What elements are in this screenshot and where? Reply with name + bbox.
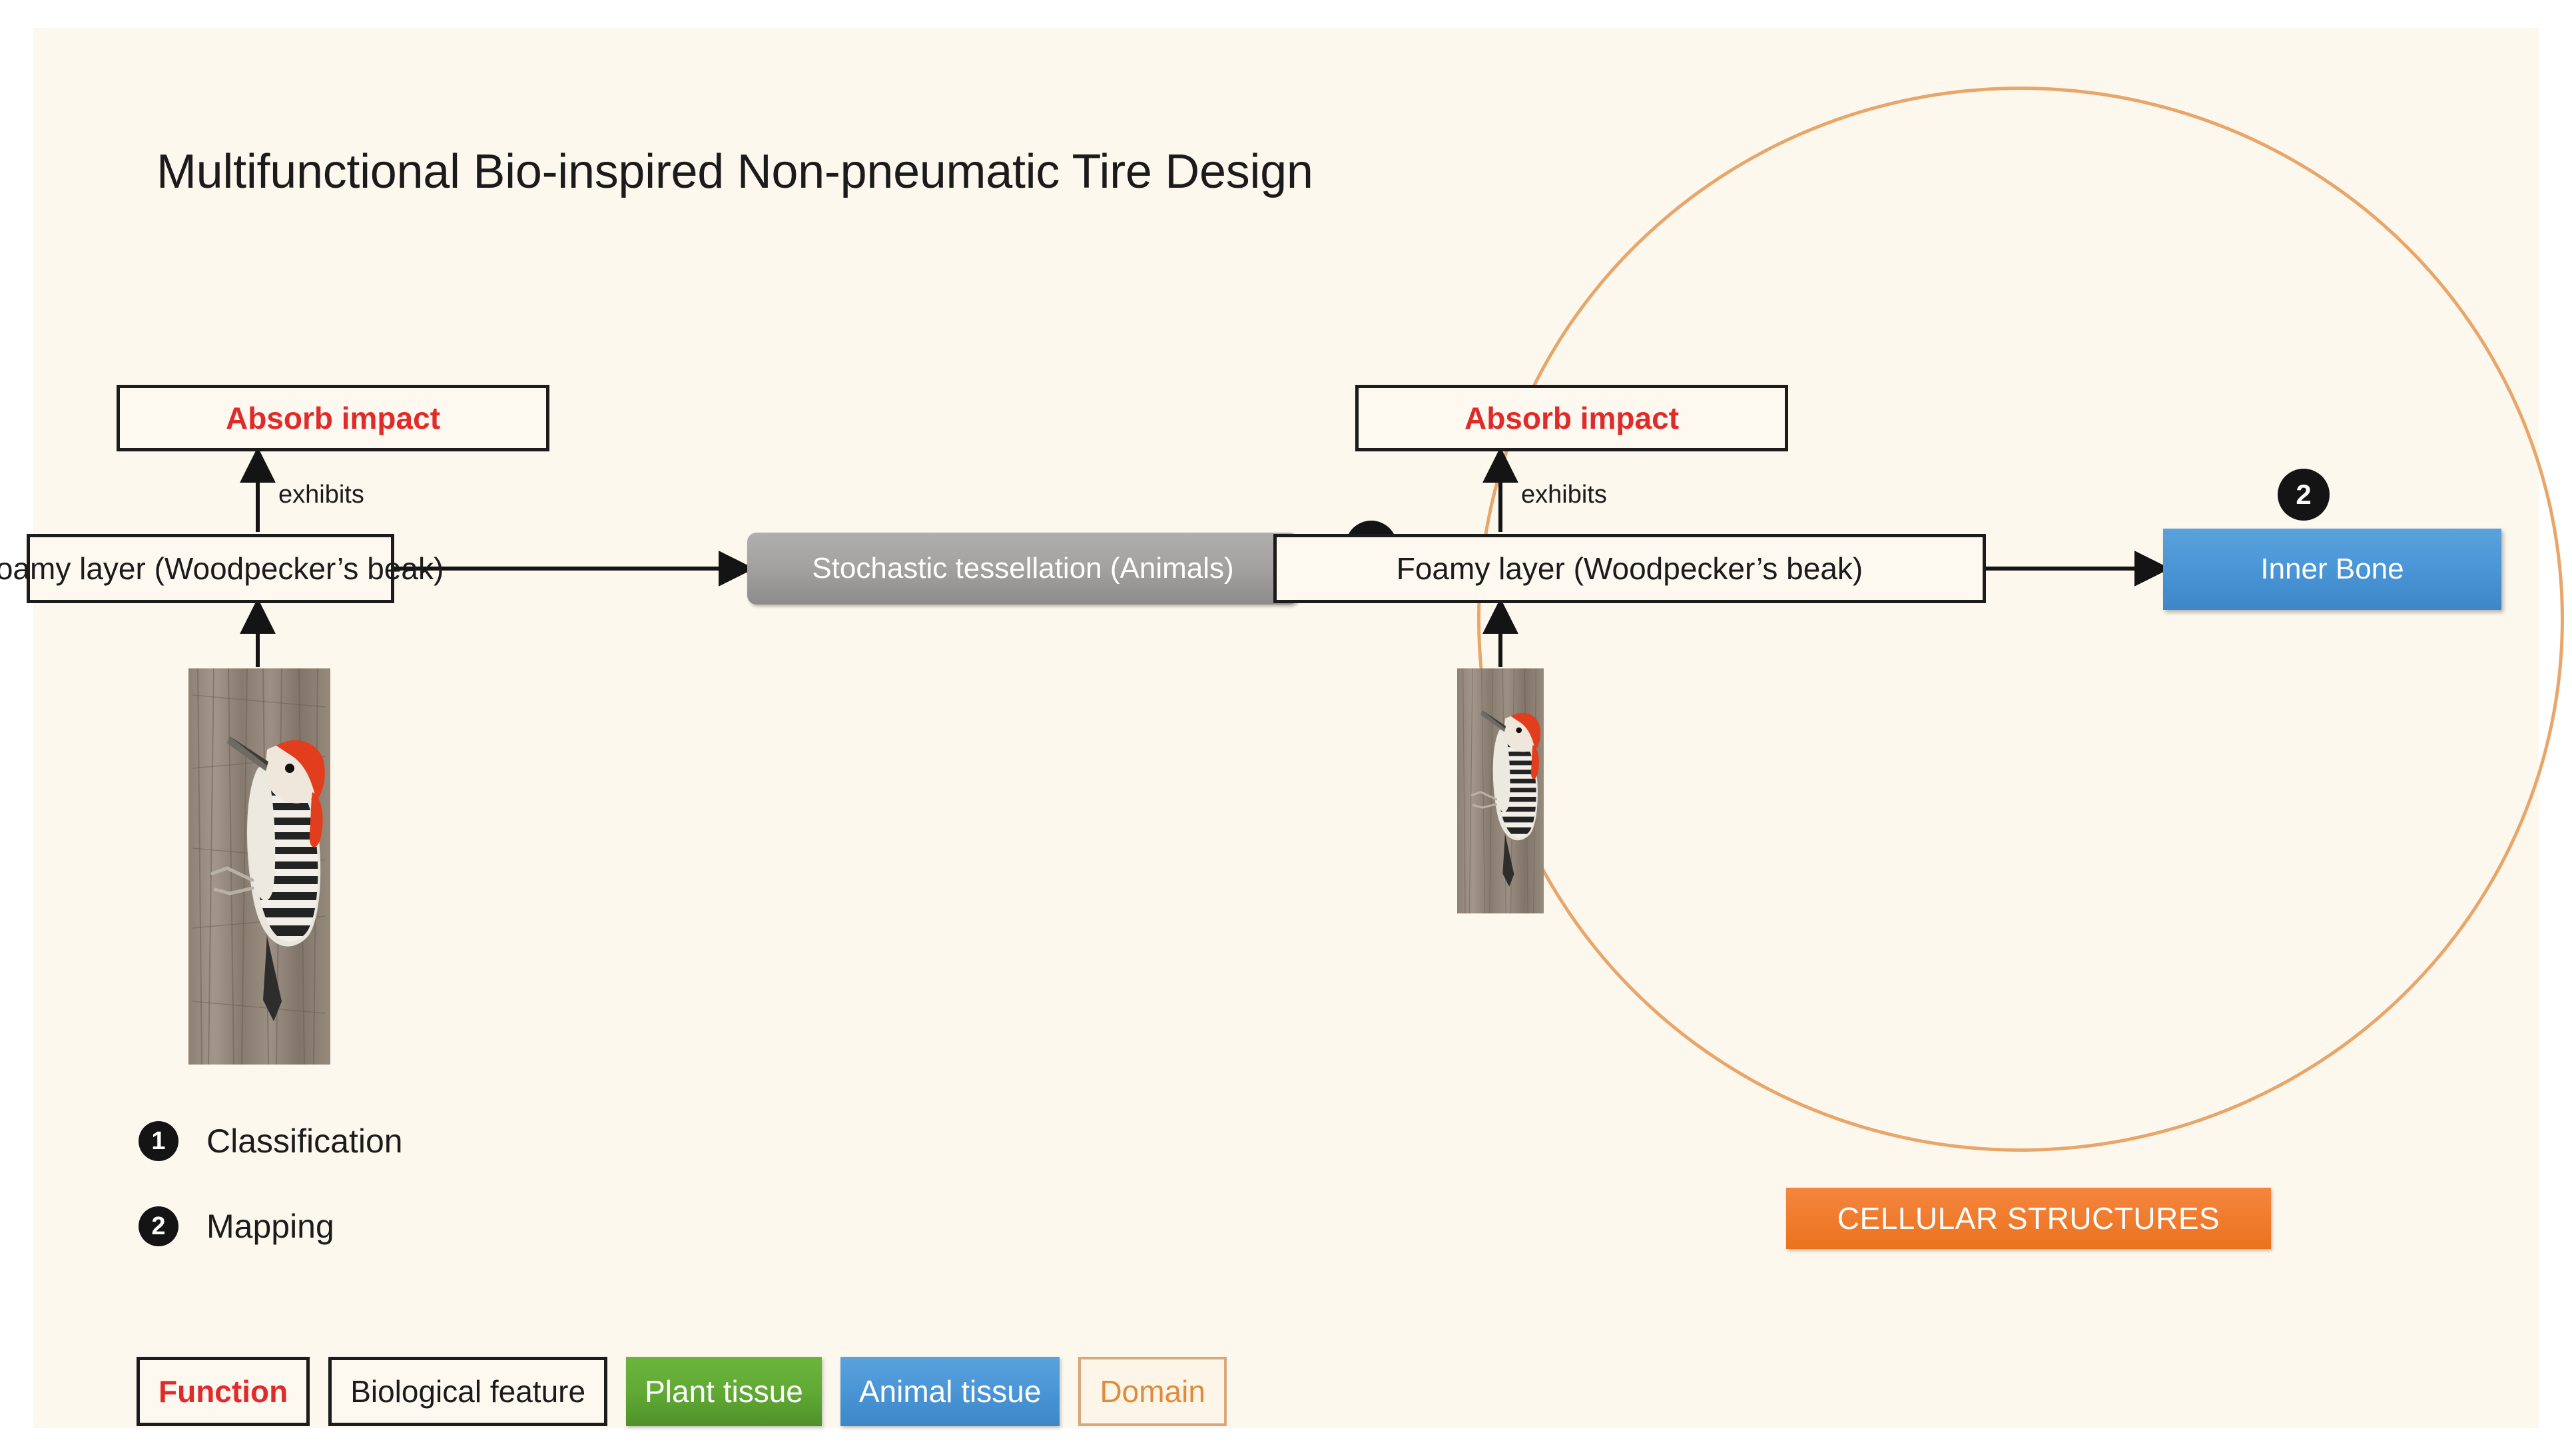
key-badge-2: 2 bbox=[139, 1206, 178, 1246]
animal-tissue-node-inner-bone[interactable]: Inner Bone bbox=[2163, 529, 2501, 610]
right-woodpecker-photo bbox=[1457, 668, 1544, 913]
legend-item-function[interactable]: Function bbox=[137, 1357, 310, 1426]
mapping-badge-2: 2 bbox=[2278, 469, 2330, 521]
left-function-box[interactable]: Absorb impact bbox=[117, 385, 549, 451]
left-edge-label-exhibits: exhibits bbox=[278, 481, 364, 509]
right-function-box[interactable]: Absorb impact bbox=[1355, 385, 1788, 451]
domain-banner-cellular-structures[interactable]: CELLULAR STRUCTURES bbox=[1786, 1188, 2271, 1249]
key-label-mapping: Mapping bbox=[206, 1207, 334, 1246]
key-item-mapping: 2 Mapping bbox=[139, 1206, 334, 1246]
right-edge-label-exhibits: exhibits bbox=[1521, 481, 1607, 509]
woodpecker-illustration bbox=[1457, 668, 1544, 913]
left-biological-feature-box[interactable]: Foamy layer (Woodpecker’s beak) bbox=[27, 534, 394, 603]
legend-item-plant-tissue[interactable]: Plant tissue bbox=[626, 1357, 822, 1426]
legend: Function Biological feature Plant tissue… bbox=[137, 1357, 1245, 1426]
legend-item-animal-tissue[interactable]: Animal tissue bbox=[840, 1357, 1060, 1426]
woodpecker-illustration bbox=[188, 668, 330, 1065]
page-title: Multifunctional Bio-inspired Non-pneumat… bbox=[157, 144, 1313, 199]
legend-item-domain[interactable]: Domain bbox=[1078, 1357, 1227, 1426]
classification-node-stochastic-tessellation[interactable]: Stochastic tessellation (Animals) bbox=[747, 533, 1299, 605]
key-badge-1: 1 bbox=[139, 1121, 178, 1161]
domain-circle-cellular-structures bbox=[1477, 87, 2564, 1152]
left-woodpecker-photo bbox=[188, 668, 330, 1065]
legend-item-biological-feature[interactable]: Biological feature bbox=[328, 1357, 607, 1426]
key-item-classification: 1 Classification bbox=[139, 1121, 403, 1161]
right-biological-feature-box[interactable]: Foamy layer (Woodpecker’s beak) bbox=[1273, 534, 1986, 603]
key-label-classification: Classification bbox=[206, 1122, 403, 1160]
diagram-canvas: Multifunctional Bio-inspired Non-pneumat… bbox=[33, 28, 2539, 1428]
